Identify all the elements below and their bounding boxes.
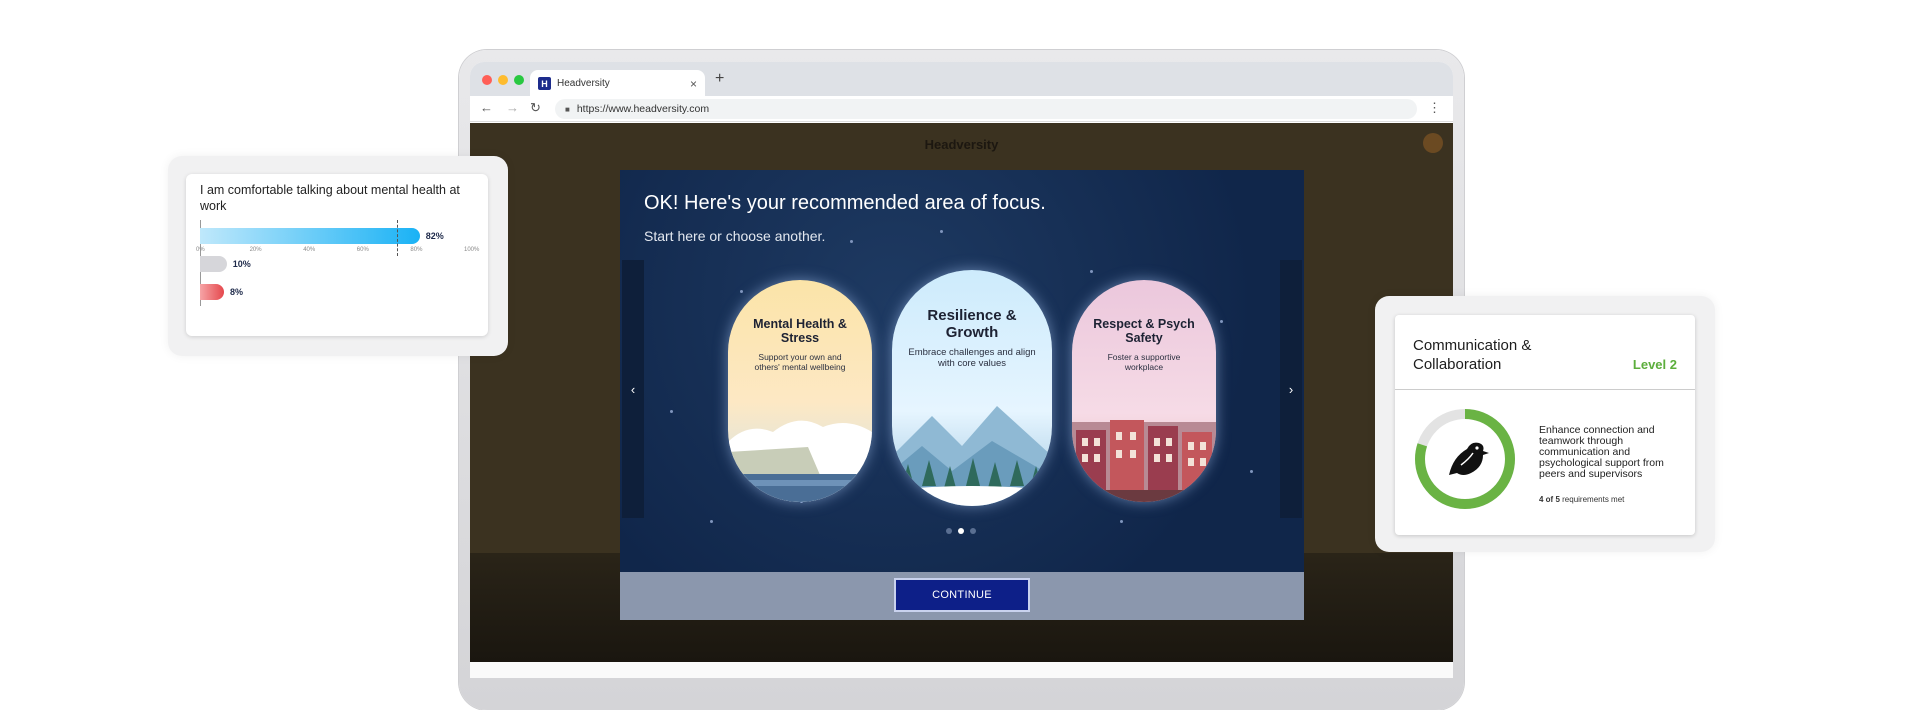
- level-badge: Level 2: [1632, 357, 1677, 372]
- star-decoration: [1250, 470, 1253, 473]
- close-window-button[interactable]: [482, 75, 492, 85]
- page-dot[interactable]: [970, 528, 976, 534]
- card-description: Support your own and others' mental well…: [754, 351, 846, 372]
- new-tab-button[interactable]: +: [715, 70, 724, 88]
- card-title: Mental Health & Stress: [753, 317, 847, 345]
- survey-result-panel: I am comfortable talking about mental he…: [186, 174, 488, 336]
- star-decoration: [1120, 520, 1123, 523]
- result-bar-neutral: [200, 256, 227, 272]
- modal-title: OK! Here's your recommended area of focu…: [644, 192, 1046, 214]
- bird-icon: [1449, 442, 1489, 475]
- card-title: Respect & Psych Safety: [1093, 317, 1195, 345]
- competency-card: Communication & Collaboration Level 2 En…: [1375, 296, 1715, 552]
- star-decoration: [710, 520, 713, 523]
- modal-subtitle: Start here or choose another.: [644, 228, 826, 244]
- progress-ring: [1415, 409, 1515, 509]
- star-decoration: [940, 230, 943, 233]
- divider: [1395, 389, 1695, 390]
- app-logo: Headversity: [924, 137, 999, 152]
- chevron-left-icon: ‹: [630, 381, 636, 397]
- carousel-prev-button[interactable]: ‹: [622, 260, 644, 518]
- maximize-window-button[interactable]: [514, 75, 524, 85]
- minimize-window-button[interactable]: [498, 75, 508, 85]
- focus-card-mental-health[interactable]: Mental Health & Stress Support your own …: [728, 280, 872, 502]
- survey-result-card: I am comfortable talking about mental he…: [168, 156, 508, 356]
- axis-tick-label: 100%: [464, 247, 480, 253]
- lock-icon: ■: [565, 104, 570, 114]
- forward-arrow-icon[interactable]: →: [506, 100, 519, 115]
- chevron-right-icon: ›: [1288, 381, 1294, 397]
- card-title: Resilience & Growth: [927, 307, 1017, 341]
- url-text: https://www.headversity.com: [576, 103, 710, 115]
- carousel-next-button[interactable]: ›: [1280, 260, 1302, 518]
- result-bar-agree: [200, 228, 420, 244]
- address-bar[interactable]: ■ https://www.headversity.com: [555, 99, 1417, 119]
- requirements-count: 4 of 5: [1539, 495, 1560, 504]
- star-decoration: [1090, 270, 1093, 273]
- competency-panel[interactable]: Communication & Collaboration Level 2 En…: [1395, 315, 1695, 535]
- address-toolbar: ← → ↻ ■ https://www.headversity.com ⋮: [470, 96, 1453, 122]
- axis-tick-label: 40%: [303, 247, 316, 253]
- card-description: Foster a supportive workplace: [1107, 351, 1181, 372]
- page-dot[interactable]: [958, 528, 964, 534]
- avatar[interactable]: [1423, 133, 1443, 153]
- star-decoration: [740, 290, 743, 293]
- axis-tick-label: 20%: [249, 247, 262, 253]
- mountain-forest-illustration: [892, 406, 1052, 506]
- focus-card-resilience[interactable]: Resilience & Growth Embrace challenges a…: [892, 270, 1052, 506]
- tab-title: Headversity: [557, 78, 610, 89]
- result-bar-disagree: [200, 284, 224, 300]
- town-buildings-illustration: [1072, 420, 1216, 502]
- axis-tick-label: 60%: [356, 247, 369, 253]
- competency-title: Communication & Collaboration: [1413, 337, 1532, 373]
- focus-card-respect[interactable]: Respect & Psych Safety Foster a supporti…: [1072, 280, 1216, 502]
- result-label-neutral: 10%: [232, 259, 251, 269]
- benchmark-marker: [397, 220, 398, 256]
- browser-tab-bar: H Headversity × +: [470, 62, 1453, 97]
- star-decoration: [850, 240, 853, 243]
- page-dot[interactable]: [946, 528, 952, 534]
- result-label-agree: 82%: [425, 231, 444, 241]
- continue-button[interactable]: CONTINUE: [894, 578, 1030, 612]
- browser-menu-icon[interactable]: ⋮: [1428, 100, 1441, 116]
- axis-tick-label: 80%: [410, 247, 423, 253]
- modal-footer: CONTINUE: [620, 572, 1304, 620]
- requirements-label: requirements met: [1559, 495, 1625, 504]
- star-decoration: [1220, 320, 1223, 323]
- result-label-disagree: 8%: [230, 287, 244, 297]
- back-arrow-icon[interactable]: ←: [480, 100, 493, 115]
- headversity-favicon-icon: H: [538, 77, 551, 90]
- reload-icon[interactable]: ↻: [530, 100, 541, 116]
- survey-question: I am comfortable talking about mental he…: [200, 183, 460, 214]
- browser-tab[interactable]: H Headversity ×: [530, 70, 705, 97]
- tab-close-icon[interactable]: ×: [690, 77, 697, 91]
- browser-bottom-edge: [470, 662, 1453, 678]
- star-decoration: [670, 410, 673, 413]
- competency-description: Enhance connection and teamwork through …: [1539, 424, 1664, 481]
- focus-area-modal: OK! Here's your recommended area of focu…: [620, 170, 1304, 620]
- requirements-status: 4 of 5 requirements met: [1539, 495, 1624, 504]
- coastal-cliffs-illustration: [728, 420, 872, 502]
- axis-tick-label: 0%: [196, 247, 205, 253]
- card-description: Embrace challenges and align with core v…: [908, 347, 1036, 370]
